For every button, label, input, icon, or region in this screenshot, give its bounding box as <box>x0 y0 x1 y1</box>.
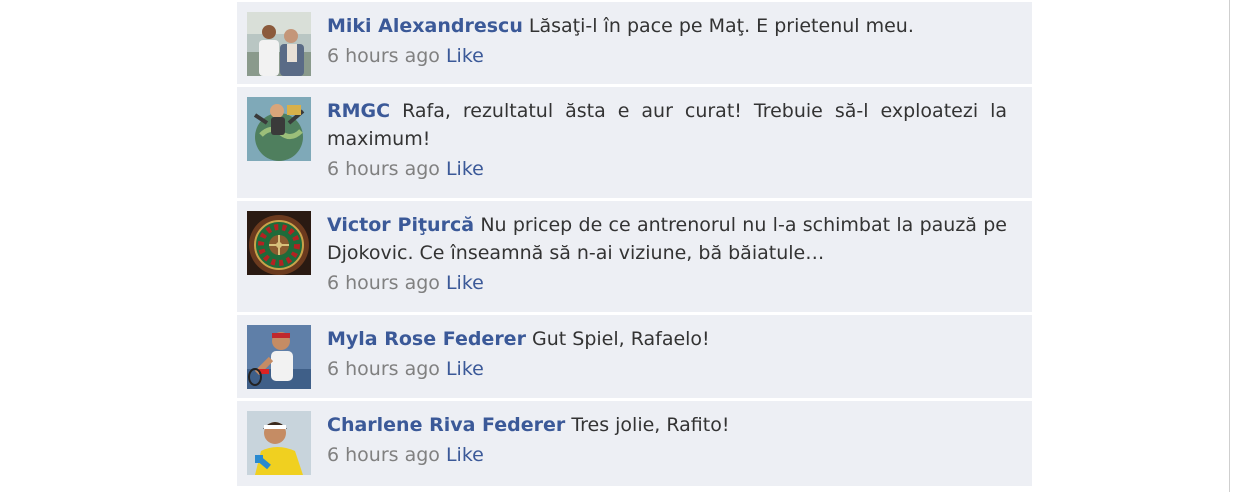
comment-body: Myla Rose Federer Gut Spiel, Rafaelo! 6 … <box>327 325 1007 388</box>
comment-text: Lăsaţi-l în pace pe Maţ. E prietenul meu… <box>528 15 914 37</box>
tennis-player-yellow-photo-icon <box>247 411 311 475</box>
comment-text: Rafa, rezultatul ăsta e aur curat! Trebu… <box>327 100 1008 150</box>
comment-author[interactable]: RMGC <box>327 100 390 122</box>
comment-author[interactable]: Victor Piţurcă <box>327 214 474 236</box>
avatar[interactable] <box>247 211 311 275</box>
like-link[interactable]: Like <box>446 444 484 466</box>
roulette-wheel-icon <box>247 211 311 275</box>
avatar[interactable] <box>247 411 311 475</box>
comment-meta: 6 hours ago Like <box>327 269 1007 297</box>
comment-timestamp[interactable]: 6 hours ago <box>327 444 440 466</box>
comment-item: Myla Rose Federer Gut Spiel, Rafaelo! 6 … <box>237 315 1032 401</box>
comment-meta: 6 hours ago Like <box>327 42 1007 70</box>
comment-author[interactable]: Miki Alexandrescu <box>327 15 523 37</box>
like-link[interactable]: Like <box>446 158 484 180</box>
comment-timestamp[interactable]: 6 hours ago <box>327 358 440 380</box>
comment-body: Victor Piţurcă Nu pricep de ce antrenoru… <box>327 211 1007 302</box>
like-link[interactable]: Like <box>446 45 484 67</box>
comment-text: Tres jolie, Rafito! <box>571 414 730 436</box>
globe-man-caricature-icon <box>247 97 311 161</box>
comment-item: RMGC Rafa, rezultatul ăsta e aur curat! … <box>237 87 1032 201</box>
page: Miki Alexandrescu Lăsaţi-l în pace pe Ma… <box>0 0 1233 492</box>
comment-meta: 6 hours ago Like <box>327 155 1007 183</box>
comment-text: Gut Spiel, Rafaelo! <box>532 328 710 350</box>
comment-meta: 6 hours ago Like <box>327 355 1007 383</box>
like-link[interactable]: Like <box>446 272 484 294</box>
comment-author[interactable]: Charlene Riva Federer <box>327 414 565 436</box>
comment-body: Charlene Riva Federer Tres jolie, Rafito… <box>327 411 1007 476</box>
comment-author[interactable]: Myla Rose Federer <box>327 328 526 350</box>
comment-timestamp[interactable]: 6 hours ago <box>327 272 440 294</box>
comment-timestamp[interactable]: 6 hours ago <box>327 45 440 67</box>
comment-meta: 6 hours ago Like <box>327 441 1007 469</box>
tennis-player-photo-icon <box>247 325 311 389</box>
comment-item: Miki Alexandrescu Lăsaţi-l în pace pe Ma… <box>237 2 1032 87</box>
avatar[interactable] <box>247 325 311 389</box>
like-link[interactable]: Like <box>446 358 484 380</box>
two-men-photo-icon <box>247 12 311 76</box>
comment-item: Charlene Riva Federer Tres jolie, Rafito… <box>237 401 1032 489</box>
comment-item: Victor Piţurcă Nu pricep de ce antrenoru… <box>237 201 1032 315</box>
avatar[interactable] <box>247 97 311 161</box>
page-right-border <box>1229 0 1230 492</box>
comment-body: RMGC Rafa, rezultatul ăsta e aur curat! … <box>327 97 1007 188</box>
comment-list: Miki Alexandrescu Lăsaţi-l în pace pe Ma… <box>237 2 1032 489</box>
comment-timestamp[interactable]: 6 hours ago <box>327 158 440 180</box>
comment-body: Miki Alexandrescu Lăsaţi-l în pace pe Ma… <box>327 12 1007 74</box>
avatar[interactable] <box>247 12 311 76</box>
